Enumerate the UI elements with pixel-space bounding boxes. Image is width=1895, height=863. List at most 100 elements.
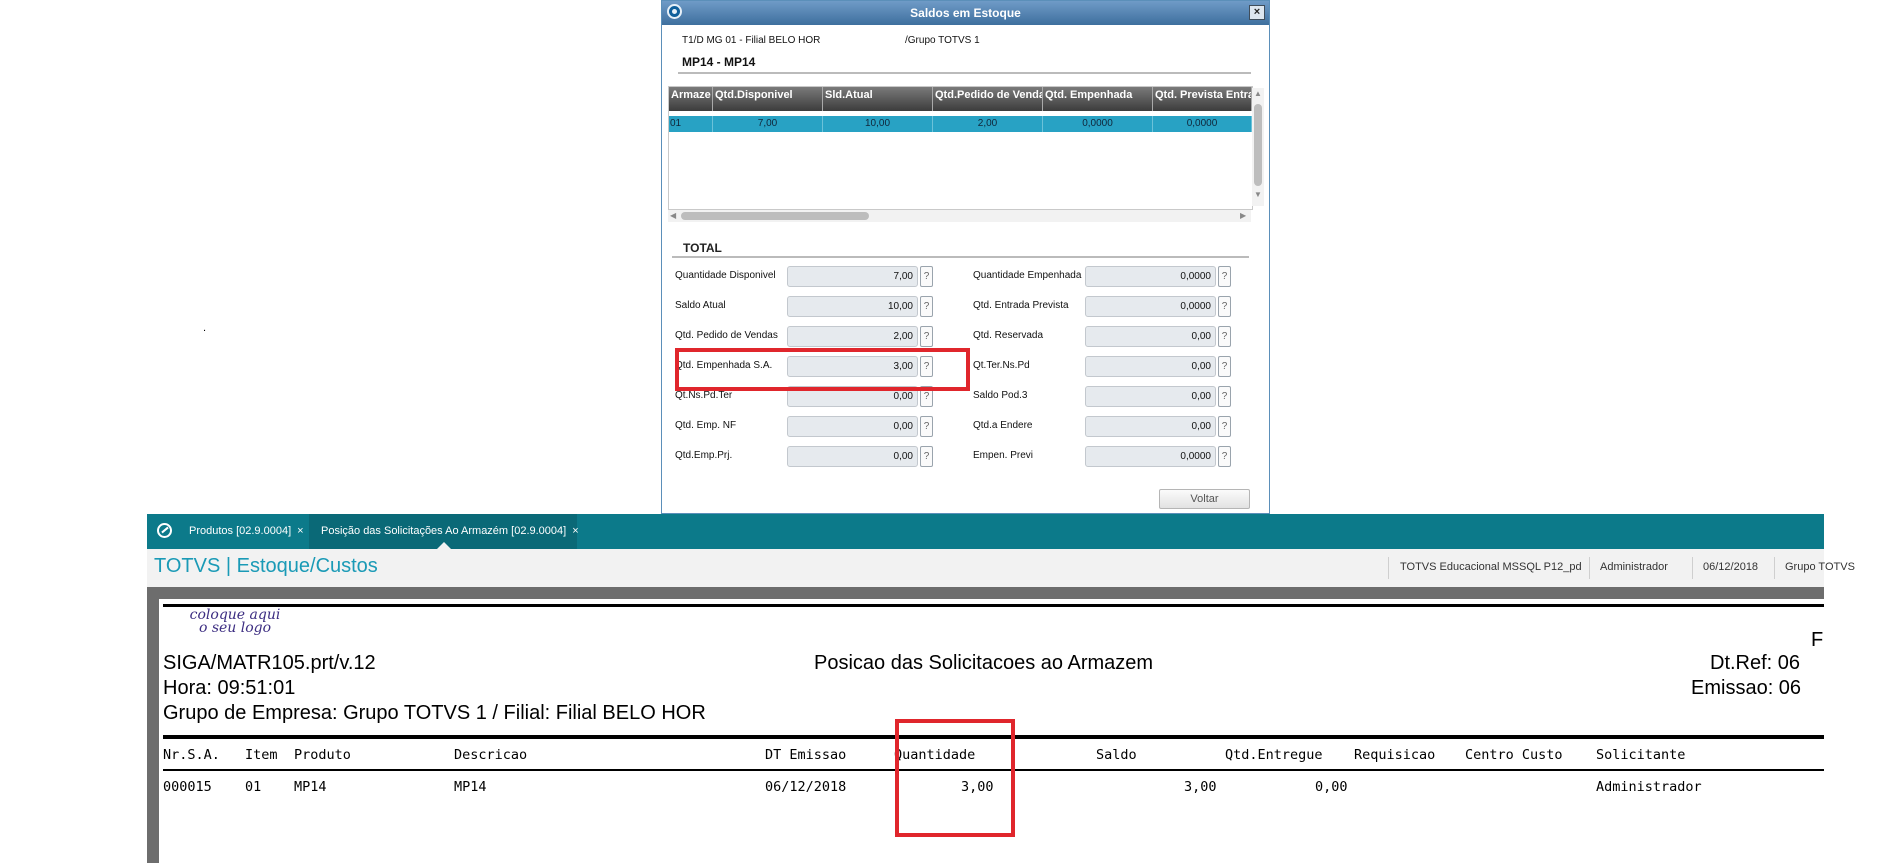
saldos-dialog: Saldos em Estoque × T1/D MG 01 - Filial …	[661, 0, 1270, 514]
scroll-down-icon[interactable]: ▼	[1254, 191, 1262, 199]
scroll-left-icon[interactable]: ◀	[670, 212, 676, 220]
field-label-qt-ter-ns-pd: Qt.Ter.Ns.Pd	[973, 360, 1030, 371]
report-hora: Hora: 09:51:01	[163, 677, 296, 699]
scroll-right-icon[interactable]: ▶	[1240, 212, 1246, 220]
tab-produtos[interactable]: Produtos [02.9.0004] ×	[177, 514, 309, 549]
help-empen-previ-button[interactable]: ?	[1218, 446, 1231, 467]
field-qtd-pedido-vendas[interactable]: 2,00	[787, 326, 918, 347]
field-qtd-reservada[interactable]: 0,00	[1085, 326, 1216, 347]
tab-posicao-label: Posição das Solicitações Ao Armazém [02.…	[321, 525, 567, 537]
help-qtd-entrada-prevista-button[interactable]: ?	[1218, 296, 1231, 317]
field-empen-previ[interactable]: 0,0000	[1085, 446, 1216, 467]
tab-posicao-solicitacoes[interactable]: Posição das Solicitações Ao Armazém [02.…	[309, 514, 579, 549]
field-label-qt-ns-pd-ter: Qt.Ns.Pd.Ter	[675, 390, 733, 401]
scroll-up-icon[interactable]: ▲	[1254, 90, 1262, 98]
header-separator	[1589, 557, 1590, 579]
help-qtd-emp-prj-button[interactable]: ?	[920, 446, 933, 467]
report-page-fragment: F	[1811, 629, 1824, 651]
col-requisicao: Requisicao	[1354, 747, 1436, 763]
voltar-button[interactable]: Voltar	[1159, 489, 1250, 509]
grid-cell-sld-atual[interactable]: 10,00	[823, 116, 933, 132]
grid-header-qtd-prevista[interactable]: Qtd. Prevista Entrada	[1153, 87, 1252, 111]
field-label-quantidade-empenhada: Quantidade Empenhada	[973, 270, 1082, 281]
grid-cell-qtd-pedido[interactable]: 2,00	[933, 116, 1043, 132]
row-produto: MP14	[294, 779, 327, 795]
field-saldo-pod3[interactable]: 0,00	[1085, 386, 1216, 407]
highlight-quantidade-column	[895, 719, 1015, 837]
group-label: Grupo TOTVS	[1785, 561, 1855, 573]
close-tab-icon[interactable]: ×	[572, 525, 578, 537]
row-solicitante: Administrador	[1596, 779, 1702, 795]
col-solicitante: Solicitante	[1596, 747, 1686, 763]
col-saldo: Saldo	[1096, 747, 1137, 763]
app-header: TOTVS | Estoque/Custos TOTVS Educacional…	[147, 549, 1855, 588]
col-descricao: Descricao	[454, 747, 528, 763]
grid-cell-qtd-empenhada[interactable]: 0,0000	[1043, 116, 1153, 132]
field-label-qtd-emp-prj: Qtd.Emp.Prj.	[675, 450, 733, 461]
col-produto: Produto	[294, 747, 351, 763]
help-qtd-reservada-button[interactable]: ?	[1218, 326, 1231, 347]
field-qtd-disponivel[interactable]: 7,00	[787, 266, 918, 287]
environment-label: TOTVS Educacional MSSQL P12_pd	[1400, 561, 1582, 573]
help-qtd-emp-nf-button[interactable]: ?	[920, 416, 933, 437]
product-code: MP14 - MP14	[682, 55, 756, 69]
help-saldo-pod3-button[interactable]: ?	[1218, 386, 1231, 407]
close-button[interactable]: ×	[1249, 5, 1265, 20]
grid-header-armazem[interactable]: Armaze	[669, 87, 713, 111]
field-label-qtd-pedido-vendas: Qtd. Pedido de Vendas	[675, 330, 778, 341]
dialog-title: Saldos em Estoque	[910, 6, 1021, 20]
field-qtd-emp-prj[interactable]: 0,00	[787, 446, 918, 467]
report-dtref: Dt.Ref: 06	[1710, 652, 1801, 674]
horizontal-scroll-thumb[interactable]	[681, 212, 869, 220]
total-divider	[672, 256, 1249, 258]
report-logo: coloque aqui o seu logo	[173, 608, 297, 635]
field-label-qtd-entrada-prevista: Qtd. Entrada Prevista	[973, 300, 1069, 311]
field-label-qtd-emp-nf: Qtd. Emp. NF	[675, 420, 737, 431]
field-quantidade-empenhada[interactable]: 0,0000	[1085, 266, 1216, 287]
header-separator	[1774, 557, 1775, 579]
grid-header-qtd-empenhada[interactable]: Qtd. Empenhada	[1043, 87, 1153, 111]
grid-cell-qtd-prevista[interactable]: 0,0000	[1153, 116, 1252, 132]
row-saldo: 3,00	[1184, 779, 1217, 795]
help-qtd-pedido-vendas-button[interactable]: ?	[920, 326, 933, 347]
menu-logo-icon[interactable]	[157, 523, 172, 538]
field-label-saldo-pod3: Saldo Pod.3	[973, 390, 1028, 401]
grid-header-qtd-pedido[interactable]: Qtd.Pedido de Vendas	[933, 87, 1043, 111]
field-label-qtd-disponivel: Quantidade Disponivel	[675, 270, 776, 281]
col-item: Item	[245, 747, 278, 763]
total-label: TOTAL	[683, 241, 722, 255]
field-qtd-a-endere[interactable]: 0,00	[1085, 416, 1216, 437]
col-centro-custo: Centro Custo	[1465, 747, 1563, 763]
row-nr-sa: 000015	[163, 779, 212, 795]
highlight-qtd-empenhada-sa	[675, 348, 970, 391]
help-saldo-atual-button[interactable]: ?	[920, 296, 933, 317]
field-qtd-emp-nf[interactable]: 0,00	[787, 416, 918, 437]
vertical-scroll-thumb[interactable]	[1254, 104, 1262, 186]
report-program: SIGA/MATR105.prt/v.12	[163, 652, 376, 674]
close-tab-icon[interactable]: ×	[297, 525, 303, 537]
grid-vertical-scrollbar[interactable]: ▲ ▼	[1252, 88, 1264, 206]
tab-produtos-label: Produtos [02.9.0004]	[189, 525, 292, 537]
stray-dot: .	[203, 322, 207, 334]
field-label-qtd-a-endere: Qtd.a Endere	[973, 420, 1033, 431]
grid-header-qtd-disponivel[interactable]: Qtd.Disponivel	[713, 87, 823, 111]
col-dt-emissao: DT Emissao	[765, 747, 847, 763]
row-item: 01	[245, 779, 262, 795]
header-separator	[1388, 557, 1389, 579]
help-qtd-a-endere-button[interactable]: ?	[1218, 416, 1231, 437]
field-saldo-atual[interactable]: 10,00	[787, 296, 918, 317]
grid-horizontal-scrollbar[interactable]: ◀ ▶	[668, 210, 1251, 222]
help-qtd-disponivel-button[interactable]: ?	[920, 266, 933, 287]
field-qtd-entrada-prevista[interactable]: 0,0000	[1085, 296, 1216, 317]
grid-cell-qtd-disponivel[interactable]: 7,00	[713, 116, 823, 132]
help-qt-ter-ns-pd-button[interactable]: ?	[1218, 356, 1231, 377]
tab-bar: Produtos [02.9.0004] × Posição das Solici…	[147, 514, 1824, 549]
field-qt-ter-ns-pd[interactable]: 0,00	[1085, 356, 1216, 377]
grid-cell-armazem[interactable]: 01	[669, 116, 713, 132]
field-label-empen-previ: Empen. Previ	[973, 450, 1034, 461]
help-quantidade-empenhada-button[interactable]: ?	[1218, 266, 1231, 287]
col-nr-sa: Nr.S.A.	[163, 747, 220, 763]
grid-header-sld-atual[interactable]: Sld.Atual	[823, 87, 933, 111]
dialog-titlebar: Saldos em Estoque ×	[662, 1, 1269, 25]
report-top-rule	[163, 604, 1824, 607]
